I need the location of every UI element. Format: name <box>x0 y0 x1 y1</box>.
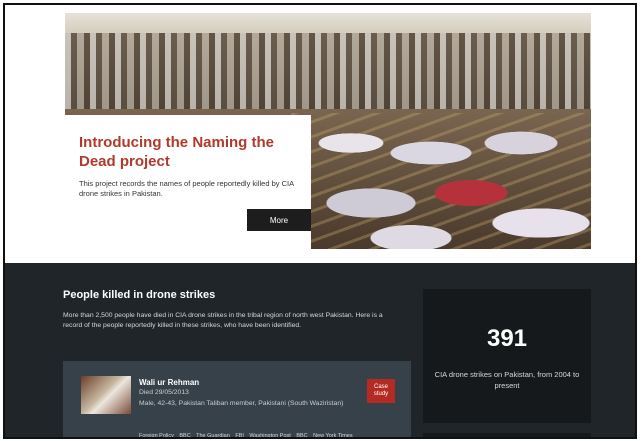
person-photo[interactable] <box>81 376 131 414</box>
person-card[interactable]: Wali ur Rehman Died 29/05/2013 Male, 42-… <box>63 361 411 437</box>
source-link[interactable]: FBI <box>235 433 244 437</box>
source-link[interactable]: The Guardian <box>196 433 230 437</box>
source-link[interactable]: Foreign Policy <box>139 433 174 437</box>
more-button[interactable]: More <box>247 209 311 231</box>
strike-count: 391 <box>486 325 528 352</box>
page-frame: Introducing the Naming the Dead project … <box>3 3 637 439</box>
hero-description: This project records the names of people… <box>79 179 294 198</box>
case-study-button[interactable]: Case study <box>367 379 395 403</box>
drone-strikes-section: People killed in drone strikes More than… <box>5 263 635 437</box>
source-links: Foreign Policy BBC The Guardian FBI Wash… <box>139 433 357 437</box>
hero-card: Introducing the Naming the Dead project … <box>65 115 311 249</box>
source-link[interactable]: Washington Post <box>249 433 290 437</box>
hero-title[interactable]: Introducing the Naming the Dead project <box>79 133 297 171</box>
person-died-date: Died 29/05/2013 <box>139 389 189 396</box>
hero-image-shrouds <box>291 113 591 249</box>
source-link[interactable]: New York Times <box>313 433 352 437</box>
person-details: Male, 42-43, Pakistan Taliban member, Pa… <box>139 400 344 407</box>
section-description: More than 2,500 people have died in CIA … <box>63 312 383 329</box>
strike-count-panel: 391 CIA drone strikes on Pakistan, from … <box>423 289 591 423</box>
secondary-stat-panel <box>423 433 591 437</box>
person-name[interactable]: Wali ur Rehman <box>139 378 199 387</box>
strike-count-label: CIA drone strikes on Pakistan, from 2004… <box>434 370 580 390</box>
hero-banner: Introducing the Naming the Dead project … <box>65 13 591 249</box>
source-link[interactable]: BBC <box>296 433 307 437</box>
section-title: People killed in drone strikes <box>63 289 216 301</box>
source-link[interactable]: BBC <box>179 433 190 437</box>
